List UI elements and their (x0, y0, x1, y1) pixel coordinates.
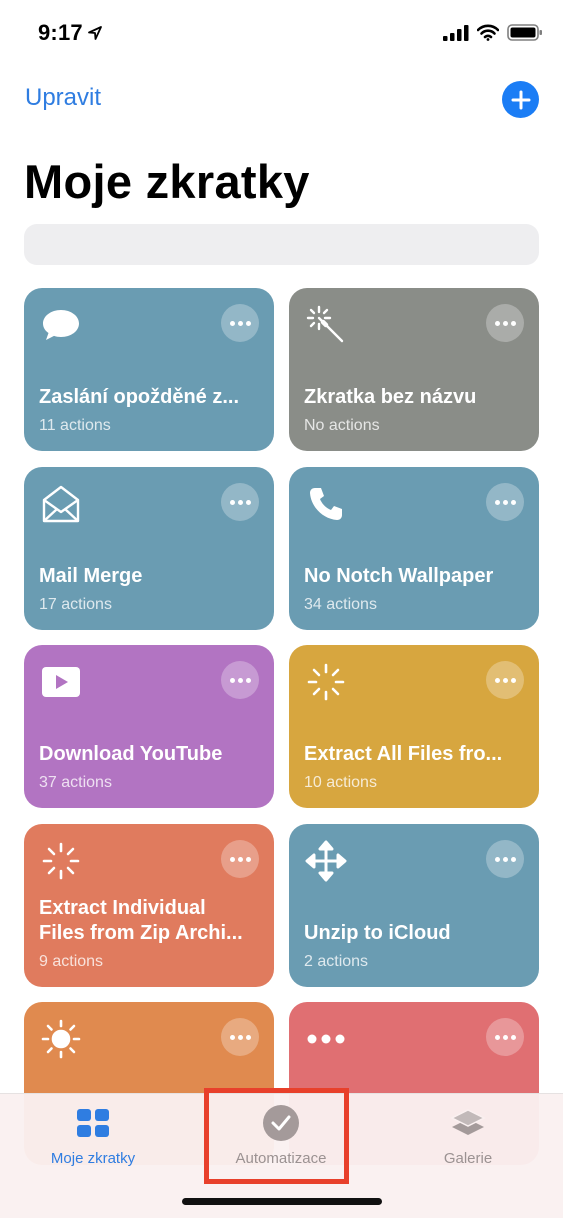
ellipsis-icon (305, 1018, 347, 1060)
tab-label: Moje zkratky (50, 1150, 136, 1167)
shortcut-action-count: 11 actions (39, 417, 111, 434)
shortcut-name: Extract Individual Files from Zip Archi.… (39, 897, 243, 944)
edit-button[interactable]: Upravit (25, 84, 101, 112)
shortcut-action-count: 10 actions (304, 774, 377, 791)
sun-icon (40, 1018, 82, 1060)
tab-label: Galerie (443, 1150, 493, 1167)
shortcut-card[interactable]: Extract All Files fro... 10 actions (289, 645, 539, 808)
spinner-icon (40, 840, 82, 882)
shortcut-name: Mail Merge (39, 565, 143, 587)
tab-galerie[interactable]: Galerie (393, 1102, 543, 1167)
shortcut-card[interactable]: No Notch Wallpaper 34 actions (289, 467, 539, 630)
location-arrow-icon (88, 26, 102, 40)
search-input[interactable] (24, 224, 539, 265)
wifi-icon (477, 24, 499, 41)
signal-icon (443, 24, 469, 41)
shortcut-action-count: 37 actions (39, 774, 112, 791)
shortcut-name: Download YouTube (39, 743, 223, 765)
phone-icon (305, 483, 347, 525)
shortcut-name: No Notch Wallpaper (304, 565, 494, 587)
shortcut-name: Extract All Files fro... (304, 743, 503, 765)
more-options-button[interactable] (486, 304, 524, 342)
tab-moje-zkratky[interactable]: Moje zkratky (18, 1102, 168, 1167)
shortcut-card[interactable]: Extract Individual Files from Zip Archi.… (24, 824, 274, 987)
add-shortcut-button[interactable] (502, 81, 539, 118)
more-options-button[interactable] (221, 483, 259, 521)
more-options-button[interactable] (221, 1018, 259, 1056)
shortcut-name: Unzip to iCloud (304, 922, 451, 944)
shortcut-action-count: 34 actions (304, 596, 377, 613)
highlight-annotation (204, 1088, 349, 1184)
more-options-button[interactable] (221, 661, 259, 699)
shortcut-name: Zkratka bez názvu (304, 386, 477, 408)
spinner-icon (305, 661, 347, 703)
shortcut-card[interactable]: Zkratka bez názvu No actions (289, 288, 539, 451)
shortcut-action-count: 2 actions (304, 953, 369, 970)
magic-wand-icon (305, 304, 347, 346)
shortcut-card[interactable]: Unzip to iCloud 2 actions (289, 824, 539, 987)
more-options-button[interactable] (221, 840, 259, 878)
shortcut-card[interactable]: Zaslání opožděné z... 11 actions (24, 288, 274, 451)
page-title: Moje zkratky (24, 155, 310, 208)
more-options-button[interactable] (486, 661, 524, 699)
status-time: 9:17 (38, 20, 83, 45)
envelope-open-icon (40, 483, 82, 525)
home-indicator (182, 1198, 382, 1205)
speech-bubble-icon (40, 304, 82, 346)
more-options-button[interactable] (486, 483, 524, 521)
more-options-button[interactable] (486, 840, 524, 878)
grid-icon (18, 1102, 168, 1144)
more-options-button[interactable] (486, 1018, 524, 1056)
battery-icon (507, 24, 542, 41)
shortcut-action-count: 17 actions (39, 596, 112, 613)
plus-icon (511, 90, 530, 109)
shortcut-action-count: 9 actions (39, 953, 104, 970)
more-options-button[interactable] (221, 304, 259, 342)
shortcut-card[interactable]: Mail Merge 17 actions (24, 467, 274, 630)
play-video-icon (40, 661, 82, 703)
move-arrows-icon (305, 840, 347, 882)
shortcut-name: Zaslání opožděné z... (39, 386, 240, 408)
status-bar: 9:17 (0, 0, 563, 64)
shortcut-action-count: No actions (304, 417, 380, 434)
layers-icon (393, 1102, 543, 1144)
shortcut-card[interactable]: Download YouTube 37 actions (24, 645, 274, 808)
